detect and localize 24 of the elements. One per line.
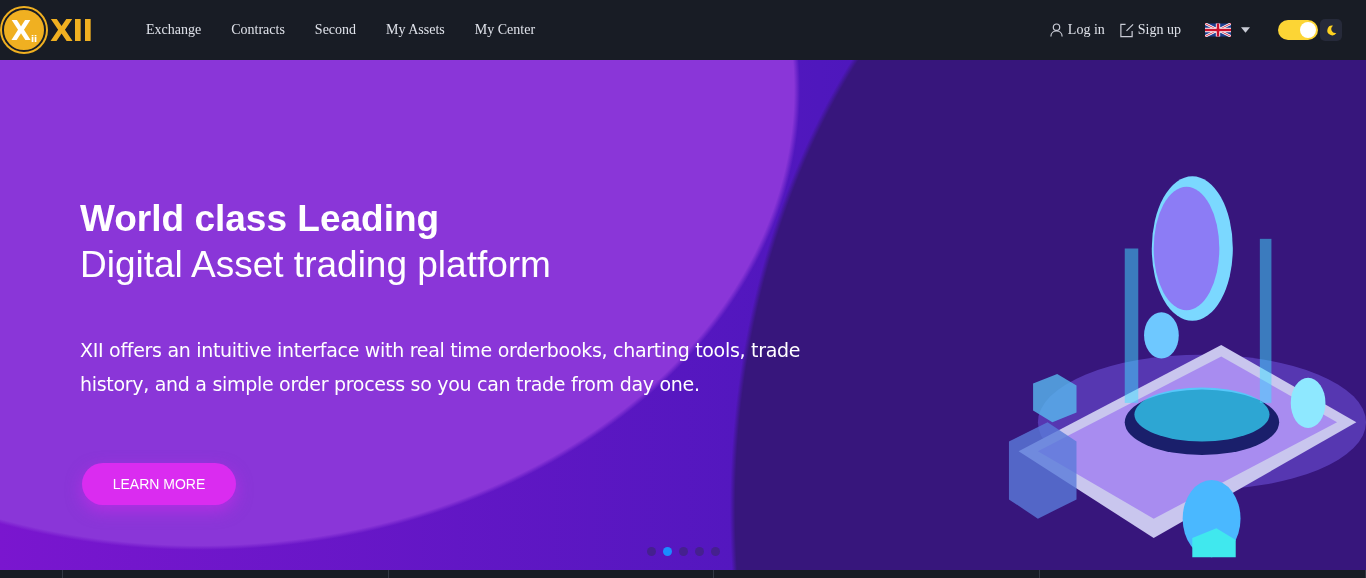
hero-description: XII offers an intuitive interface with real time orderbooks, charting tools, trade history, and a simple order process so you can trade from day one.: [80, 338, 802, 397]
logo-mark: Xii: [2, 8, 46, 52]
carousel-dot[interactable]: [679, 547, 688, 556]
carousel-dot[interactable]: [695, 547, 704, 556]
moon-icon: [1324, 23, 1338, 37]
theme-toggle[interactable]: [1278, 20, 1318, 40]
signup-link[interactable]: Sign up: [1137, 22, 1181, 38]
nav-link[interactable]: Exchange: [131, 22, 217, 38]
nav-link[interactable]: Contracts: [216, 22, 300, 38]
carousel-dot[interactable]: [711, 547, 720, 556]
flag-icon[interactable]: [1205, 23, 1231, 37]
user-icon: [1048, 22, 1064, 38]
carousel-dot[interactable]: [647, 547, 656, 556]
carousel-dot[interactable]: [663, 547, 672, 556]
login-link[interactable]: Log in: [1067, 22, 1105, 38]
hero-title: World class Leading: [80, 197, 441, 241]
nav-link[interactable]: My Assets: [371, 22, 460, 38]
caret-icon[interactable]: [1241, 27, 1250, 33]
hero-subtitle: Digital Asset trading platform: [80, 243, 552, 287]
learn-more-button[interactable]: LEARN MORE: [82, 463, 236, 505]
nav-link[interactable]: My Center: [459, 22, 551, 38]
nav-link[interactable]: Second: [299, 22, 372, 38]
logo-wordmark: XII: [50, 12, 93, 48]
edit-icon: [1118, 22, 1134, 38]
